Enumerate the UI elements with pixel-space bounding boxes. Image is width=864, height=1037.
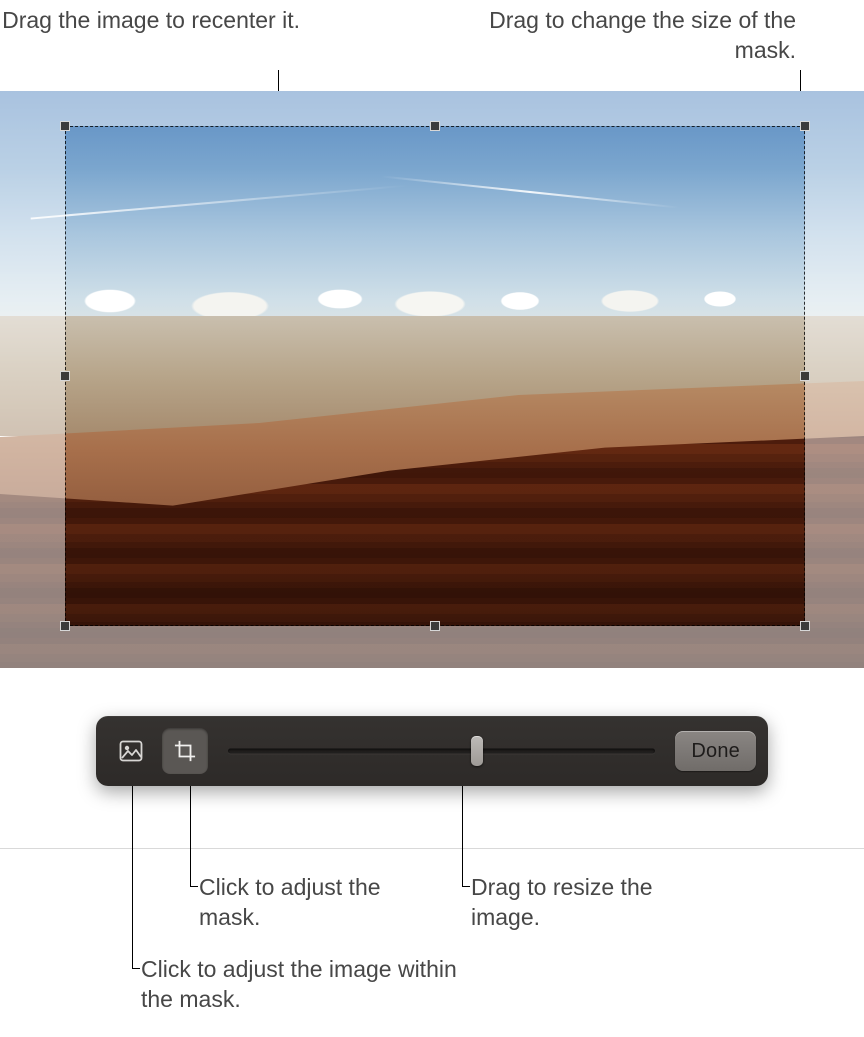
callout-resize-image: Drag to resize the image.: [471, 873, 711, 933]
callout-adjust-mask: Click to adjust the mask.: [199, 873, 439, 933]
mask-handle-bottom-left[interactable]: [60, 621, 70, 631]
mask-mode-button[interactable]: [162, 728, 208, 774]
crop-icon: [173, 740, 197, 762]
mask-handle-bottom-middle[interactable]: [430, 621, 440, 631]
mask-handle-bottom-right[interactable]: [800, 621, 810, 631]
leader-line: [190, 786, 191, 886]
done-button[interactable]: Done: [675, 731, 756, 771]
image-icon: [119, 740, 143, 762]
mask-frame[interactable]: [65, 126, 805, 626]
slider-thumb[interactable]: [471, 736, 483, 766]
image-mask-canvas[interactable]: [0, 91, 864, 668]
mask-handle-top-middle[interactable]: [430, 121, 440, 131]
leader-line: [132, 786, 133, 968]
callout-resize-mask: Drag to change the size of the mask.: [466, 6, 796, 66]
leader-line: [462, 786, 463, 886]
leader-line: [462, 886, 470, 887]
callout-recenter-image: Drag the image to recenter it.: [0, 6, 300, 36]
mask-handle-middle-right[interactable]: [800, 371, 810, 381]
mask-handle-top-left[interactable]: [60, 121, 70, 131]
mask-toolbar: Done: [96, 716, 768, 786]
leader-line: [190, 886, 198, 887]
image-mode-button[interactable]: [108, 728, 154, 774]
callout-adjust-image-in-mask: Click to adjust the image within the mas…: [141, 955, 461, 1015]
mask-handle-middle-left[interactable]: [60, 371, 70, 381]
slider-track: [228, 749, 655, 754]
page-divider: [0, 848, 864, 849]
leader-line: [132, 968, 140, 969]
zoom-slider[interactable]: [222, 728, 661, 774]
mask-handle-top-right[interactable]: [800, 121, 810, 131]
image-visible-region[interactable]: [65, 126, 805, 626]
